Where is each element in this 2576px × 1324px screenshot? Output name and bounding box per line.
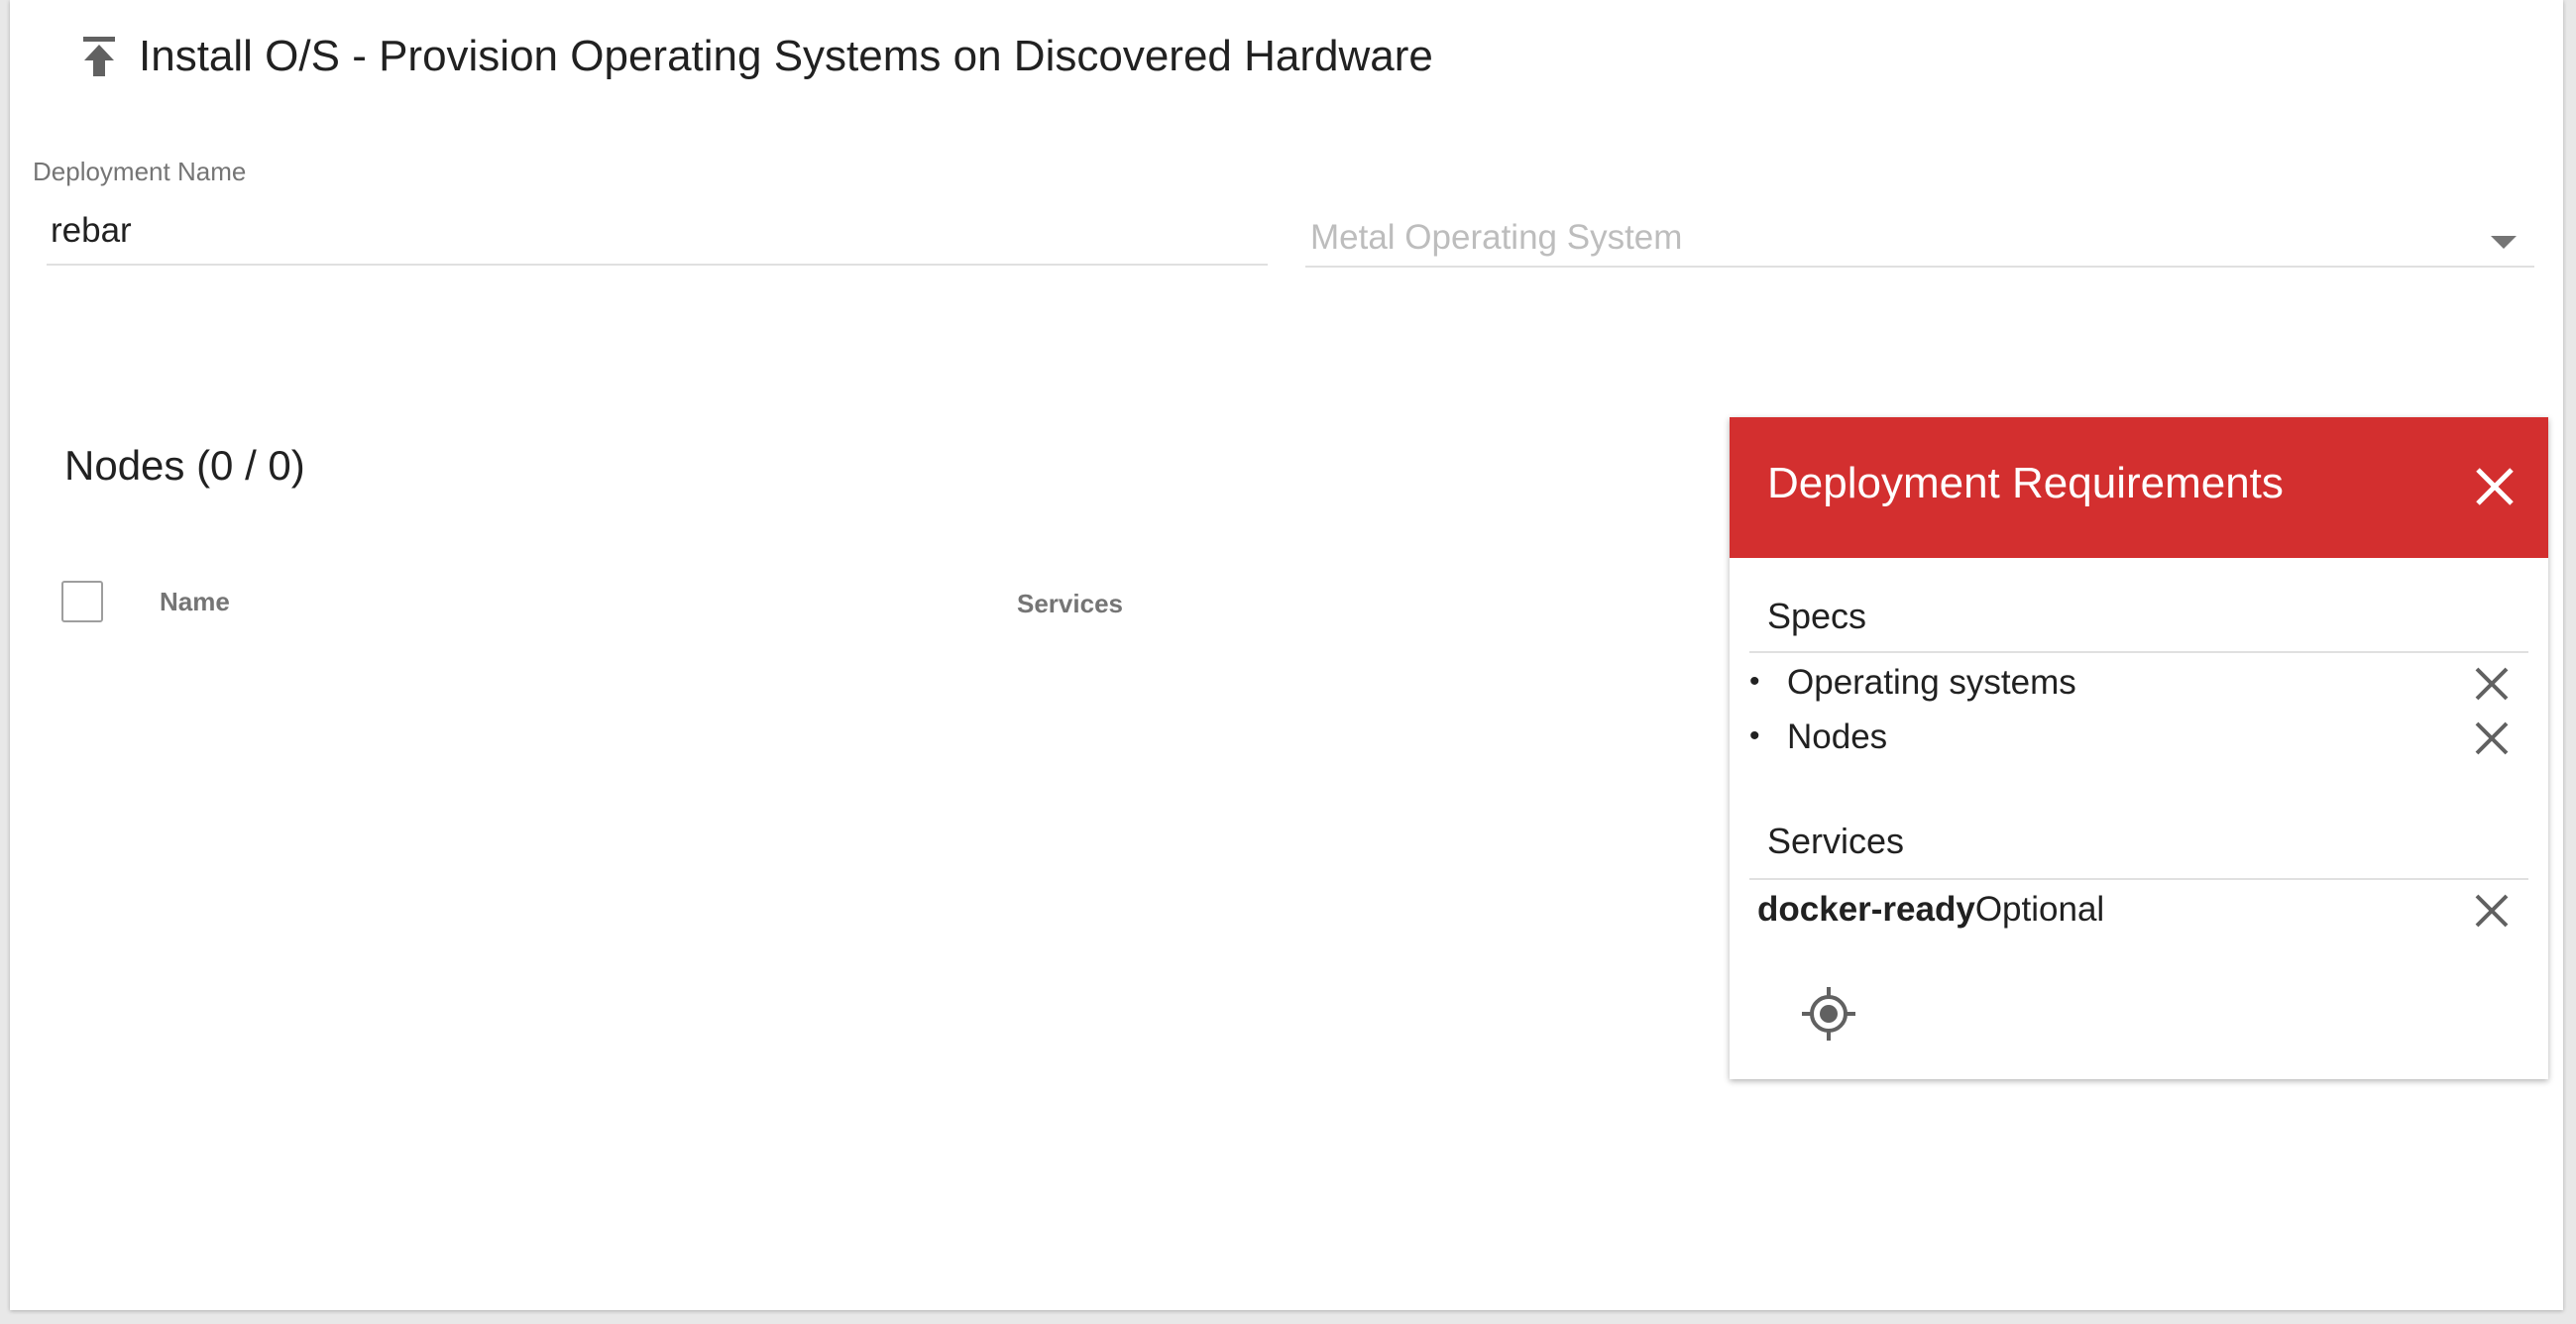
specs-section-title: Specs: [1767, 596, 1867, 636]
select-all-checkbox[interactable]: [61, 581, 103, 622]
page-header: Install O/S - Provision Operating System…: [69, 22, 1433, 91]
services-section-title: Services: [1767, 821, 1905, 861]
column-header-services[interactable]: Services: [1017, 589, 1123, 619]
requirements-header: Deployment Requirements: [1730, 417, 2548, 558]
deployment-requirements-panel: Deployment Requirements Specs • Operatin…: [1730, 417, 2548, 1079]
requirements-title: Deployment Requirements: [1767, 459, 2284, 507]
service-status: Optional: [1974, 890, 2105, 929]
metal-os-select[interactable]: Metal Operating System: [1305, 210, 2534, 268]
dropdown-arrow-icon: [2491, 236, 2517, 249]
column-header-name[interactable]: Name: [160, 587, 230, 617]
service-name: docker-ready: [1757, 890, 1975, 929]
nodes-title: Nodes (0 / 0): [64, 442, 305, 489]
remove-spec-icon[interactable]: [2471, 717, 2513, 759]
service-item-label: docker-readyOptional: [1757, 890, 2104, 930]
service-item-docker-ready: docker-readyOptional: [1749, 886, 2528, 936]
bullet: •: [1749, 665, 1760, 698]
upload-arrow-icon: [69, 27, 129, 86]
remove-service-icon[interactable]: [2471, 890, 2513, 932]
metal-os-select-placeholder: Metal Operating System: [1310, 218, 1683, 257]
page-title: Install O/S - Provision Operating System…: [139, 32, 1433, 80]
specs-divider: [1749, 651, 2528, 653]
spec-item-nodes: • Nodes: [1749, 714, 2528, 763]
deployment-name-label: Deployment Name: [33, 157, 247, 186]
remove-spec-icon[interactable]: [2471, 663, 2513, 705]
services-divider: [1749, 878, 2528, 880]
spec-item-label: Operating systems: [1787, 663, 2076, 702]
page-card: Install O/S - Provision Operating System…: [10, 0, 2563, 1310]
close-icon[interactable]: [2469, 461, 2520, 512]
locate-target-icon[interactable]: [1799, 984, 1858, 1044]
spec-item-operating-systems: • Operating systems: [1749, 659, 2528, 709]
bullet: •: [1749, 719, 1760, 752]
spec-item-label: Nodes: [1787, 717, 1888, 756]
deployment-name-input[interactable]: [47, 208, 1268, 266]
nodes-table-header: Name Services: [61, 577, 1152, 630]
